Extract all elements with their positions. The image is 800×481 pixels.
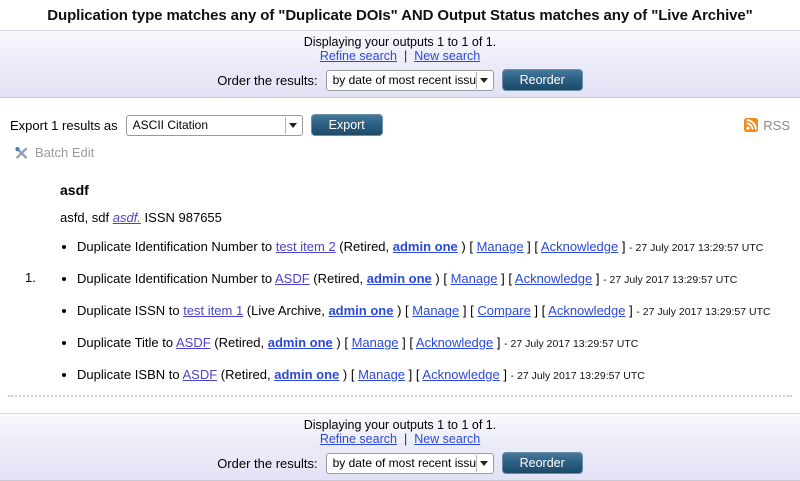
batch-edit-button[interactable]: Batch Edit [14,145,800,160]
manage-link[interactable]: Manage [451,271,498,286]
new-search-link[interactable]: New search [414,432,480,446]
acknowledge-link[interactable]: Acknowledge [515,271,592,286]
result-number: 1. [25,270,36,285]
owner-link[interactable]: admin one [328,303,393,318]
section-divider [8,395,792,397]
owner-link[interactable]: admin one [393,239,458,254]
pager-links: Refine search | New search [0,432,800,447]
manage-link[interactable]: Manage [477,239,524,254]
search-result-item: 1. asdf asfd, sdf asdf. ISSN 987655 Dupl… [60,182,800,384]
duplicate-entry: Duplicate ISBN to ASDF (Retired, admin o… [77,367,800,384]
citation-issn: ISSN 987655 [141,210,222,225]
export-label: Export 1 results as [10,118,118,133]
manage-link[interactable]: Manage [352,335,399,350]
duplicate-target-link[interactable]: ASDF [275,271,310,286]
order-select-value: by date of most recent issue [327,456,476,470]
duplicate-target-link[interactable]: ASDF [176,335,211,350]
new-search-link[interactable]: New search [414,49,480,63]
export-format-value: ASCII Citation [127,118,285,132]
export-format-select[interactable]: ASCII Citation [126,115,303,136]
tools-icon [14,146,29,160]
order-label: Order the results: [217,73,317,88]
refine-search-link[interactable]: Refine search [320,49,397,63]
duplicate-target-link[interactable]: test item 2 [276,239,336,254]
refine-search-link[interactable]: Refine search [320,432,397,446]
chevron-down-icon [285,117,300,134]
manage-link[interactable]: Manage [358,367,405,382]
duplicate-target-link[interactable]: test item 1 [183,303,243,318]
rss-label: RSS [763,118,790,133]
timestamp: - 27 July 2017 13:29:57 UTC [636,306,770,318]
acknowledge-link[interactable]: Acknowledge [541,239,618,254]
acknowledge-link[interactable]: Acknowledge [416,335,493,350]
order-row: Order the results: by date of most recen… [0,69,800,91]
link-separator: | [404,432,407,446]
owner-link[interactable]: admin one [367,271,432,286]
citation-authors: asfd, sdf [60,210,113,225]
order-row: Order the results: by date of most recen… [0,452,800,474]
duplicate-target-link[interactable]: ASDF [183,367,218,382]
batch-edit-label: Batch Edit [35,145,94,160]
export-button[interactable]: Export [311,114,383,136]
compare-link[interactable]: Compare [477,303,530,318]
chevron-down-icon [476,72,491,89]
results-count-text: Displaying your outputs 1 to 1 of 1. [0,418,800,432]
duplicate-entry: Duplicate Title to ASDF (Retired, admin … [77,335,800,352]
page-title: Duplication type matches any of "Duplica… [4,7,796,24]
duplicate-entry: Duplicate Identification Number to ASDF … [77,271,800,288]
owner-link[interactable]: admin one [274,367,339,382]
rss-link[interactable]: RSS [744,118,790,133]
timestamp: - 27 July 2017 13:29:57 UTC [511,370,645,382]
order-label: Order the results: [217,456,317,471]
chevron-down-icon [476,455,491,472]
pager-panel-top: Displaying your outputs 1 to 1 of 1. Ref… [0,30,800,98]
order-select-value: by date of most recent issue [327,73,476,87]
result-citation: asfd, sdf asdf. ISSN 987655 [60,210,800,225]
rss-icon [744,118,758,132]
reorder-button[interactable]: Reorder [502,452,583,474]
manage-link[interactable]: Manage [412,303,459,318]
reorder-button[interactable]: Reorder [502,69,583,91]
results-count-text: Displaying your outputs 1 to 1 of 1. [0,35,800,49]
timestamp: - 27 July 2017 13:29:57 UTC [629,242,763,254]
timestamp: - 27 July 2017 13:29:57 UTC [603,274,737,286]
export-row: Export 1 results as ASCII Citation Expor… [10,114,790,136]
order-select[interactable]: by date of most recent issue [326,453,494,474]
citation-title-link[interactable]: asdf. [113,210,141,225]
acknowledge-link[interactable]: Acknowledge [422,367,499,382]
duplicate-entry: Duplicate Identification Number to test … [77,239,800,256]
pager-links: Refine search | New search [0,49,800,64]
owner-link[interactable]: admin one [268,335,333,350]
duplicate-entry: Duplicate ISSN to test item 1 (Live Arch… [77,303,800,320]
result-title: asdf [60,182,800,198]
timestamp: - 27 July 2017 13:29:57 UTC [504,338,638,350]
order-select[interactable]: by date of most recent issue [326,70,494,91]
duplicate-list: Duplicate Identification Number to test … [60,239,800,384]
pager-panel-bottom: Displaying your outputs 1 to 1 of 1. Ref… [0,413,800,481]
acknowledge-link[interactable]: Acknowledge [548,303,625,318]
link-separator: | [404,49,407,63]
